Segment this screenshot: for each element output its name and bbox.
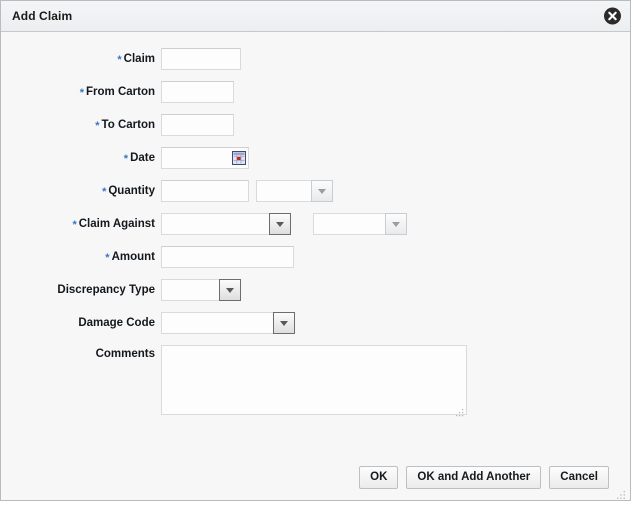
field-cell-discrepancy-type — [161, 279, 241, 301]
quantity-uom-combo[interactable] — [256, 180, 333, 202]
label-text: Damage Code — [78, 317, 155, 329]
chevron-down-icon[interactable] — [219, 279, 241, 301]
required-marker: * — [102, 186, 106, 198]
required-marker: * — [105, 252, 109, 264]
date-field-wrapper — [161, 147, 249, 169]
required-marker: * — [117, 54, 121, 66]
chevron-down-icon[interactable] — [311, 180, 333, 202]
add-claim-dialog: Add Claim *Claim *From Carton — [0, 0, 631, 501]
label-claim-against: *Claim Against — [1, 218, 161, 230]
required-marker: * — [72, 219, 76, 231]
comments-textarea[interactable] — [161, 345, 467, 415]
label-text: Claim Against — [79, 218, 155, 230]
dialog-title: Add Claim — [1, 9, 72, 23]
ok-and-add-another-button[interactable]: OK and Add Another — [406, 466, 541, 489]
label-text: Date — [130, 152, 155, 164]
label-text: Comments — [96, 348, 155, 360]
damage-code-input[interactable] — [161, 312, 273, 334]
field-row-damage-code: Damage Code — [1, 312, 630, 334]
to-carton-input[interactable] — [161, 114, 234, 136]
label-text: Claim — [124, 53, 155, 65]
claim-against-combo[interactable] — [161, 213, 291, 235]
label-quantity: *Quantity — [1, 185, 161, 197]
label-text: Discrepancy Type — [57, 284, 155, 296]
label-date: *Date — [1, 152, 161, 164]
field-row-date: *Date — [1, 147, 630, 169]
field-cell-date — [161, 147, 249, 169]
field-cell-quantity — [161, 180, 333, 202]
field-row-to-carton: *To Carton — [1, 114, 630, 136]
field-row-claim-against: *Claim Against — [1, 213, 630, 235]
label-text: To Carton — [102, 119, 155, 131]
quantity-input[interactable] — [161, 180, 249, 202]
discrepancy-type-combo[interactable] — [161, 279, 241, 301]
claim-input[interactable] — [161, 48, 241, 70]
label-damage-code: Damage Code — [1, 317, 161, 329]
claim-against-secondary-combo[interactable] — [313, 213, 407, 235]
quantity-uom-input[interactable] — [256, 180, 311, 202]
calendar-icon[interactable] — [232, 151, 246, 165]
dialog-footer: OK OK and Add Another Cancel — [1, 454, 630, 500]
claim-against-input[interactable] — [161, 213, 269, 235]
chevron-down-icon[interactable] — [385, 213, 407, 235]
label-from-carton: *From Carton — [1, 86, 161, 98]
field-row-quantity: *Quantity — [1, 180, 630, 202]
chevron-down-icon[interactable] — [273, 312, 295, 334]
required-marker: * — [124, 153, 128, 165]
cancel-button[interactable]: Cancel — [549, 466, 609, 489]
damage-code-combo[interactable] — [161, 312, 295, 334]
field-row-from-carton: *From Carton — [1, 81, 630, 103]
label-comments: Comments — [1, 345, 161, 360]
chevron-down-icon[interactable] — [269, 213, 291, 235]
field-row-discrepancy-type: Discrepancy Type — [1, 279, 630, 301]
claim-form: *Claim *From Carton *To Carton — [1, 32, 630, 454]
label-discrepancy-type: Discrepancy Type — [1, 284, 161, 296]
label-to-carton: *To Carton — [1, 119, 161, 131]
field-cell-from-carton — [161, 81, 234, 103]
label-amount: *Amount — [1, 251, 161, 263]
label-text: Amount — [112, 251, 155, 263]
field-cell-claim — [161, 48, 241, 70]
label-claim: *Claim — [1, 53, 161, 65]
amount-input[interactable] — [161, 246, 294, 268]
field-cell-to-carton — [161, 114, 234, 136]
claim-against-secondary-input[interactable] — [313, 213, 385, 235]
field-row-comments: Comments — [1, 345, 630, 415]
field-cell-damage-code — [161, 312, 295, 334]
field-cell-comments — [161, 345, 467, 415]
dialog-titlebar: Add Claim — [1, 1, 630, 32]
field-row-claim: *Claim — [1, 48, 630, 70]
discrepancy-type-input[interactable] — [161, 279, 219, 301]
field-cell-claim-against — [161, 213, 407, 235]
label-text: From Carton — [86, 86, 155, 98]
comments-wrapper — [161, 345, 467, 415]
field-row-amount: *Amount — [1, 246, 630, 268]
from-carton-input[interactable] — [161, 81, 234, 103]
required-marker: * — [95, 120, 99, 132]
field-cell-amount — [161, 246, 294, 268]
ok-button[interactable]: OK — [359, 466, 398, 489]
dialog-resize-grip-icon[interactable] — [617, 487, 626, 496]
label-text: Quantity — [108, 185, 155, 197]
required-marker: * — [80, 87, 84, 99]
close-icon[interactable] — [604, 8, 621, 25]
